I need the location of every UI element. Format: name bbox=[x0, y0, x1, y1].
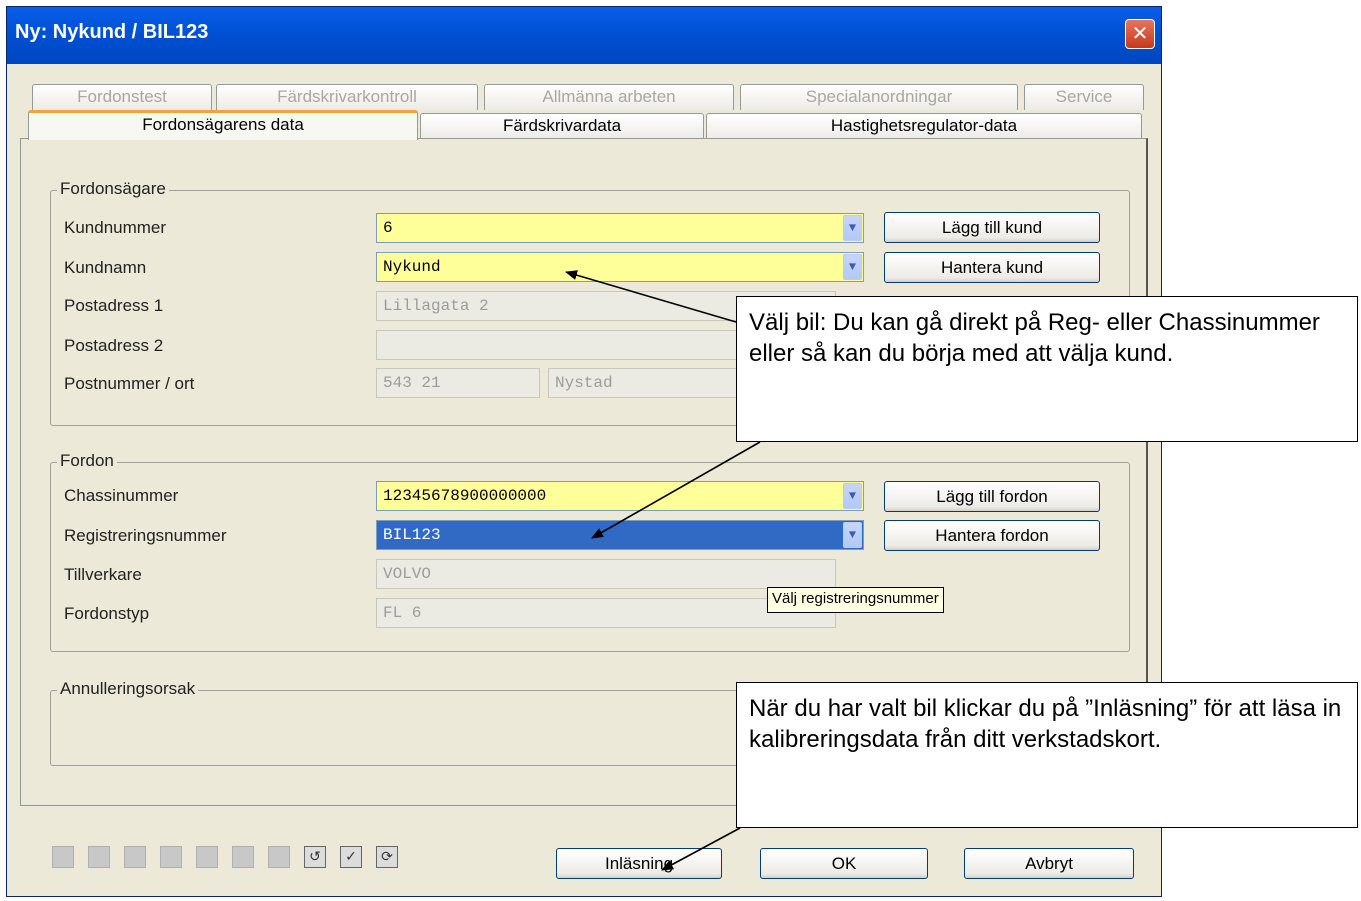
arrow-to-read-button bbox=[661, 827, 741, 871]
arrow-to-registreringsnummer bbox=[591, 441, 761, 539]
tab-fordonsagarens-data[interactable]: Fordonsägarens data bbox=[28, 110, 418, 140]
arrow-to-kundnamn bbox=[565, 270, 737, 323]
